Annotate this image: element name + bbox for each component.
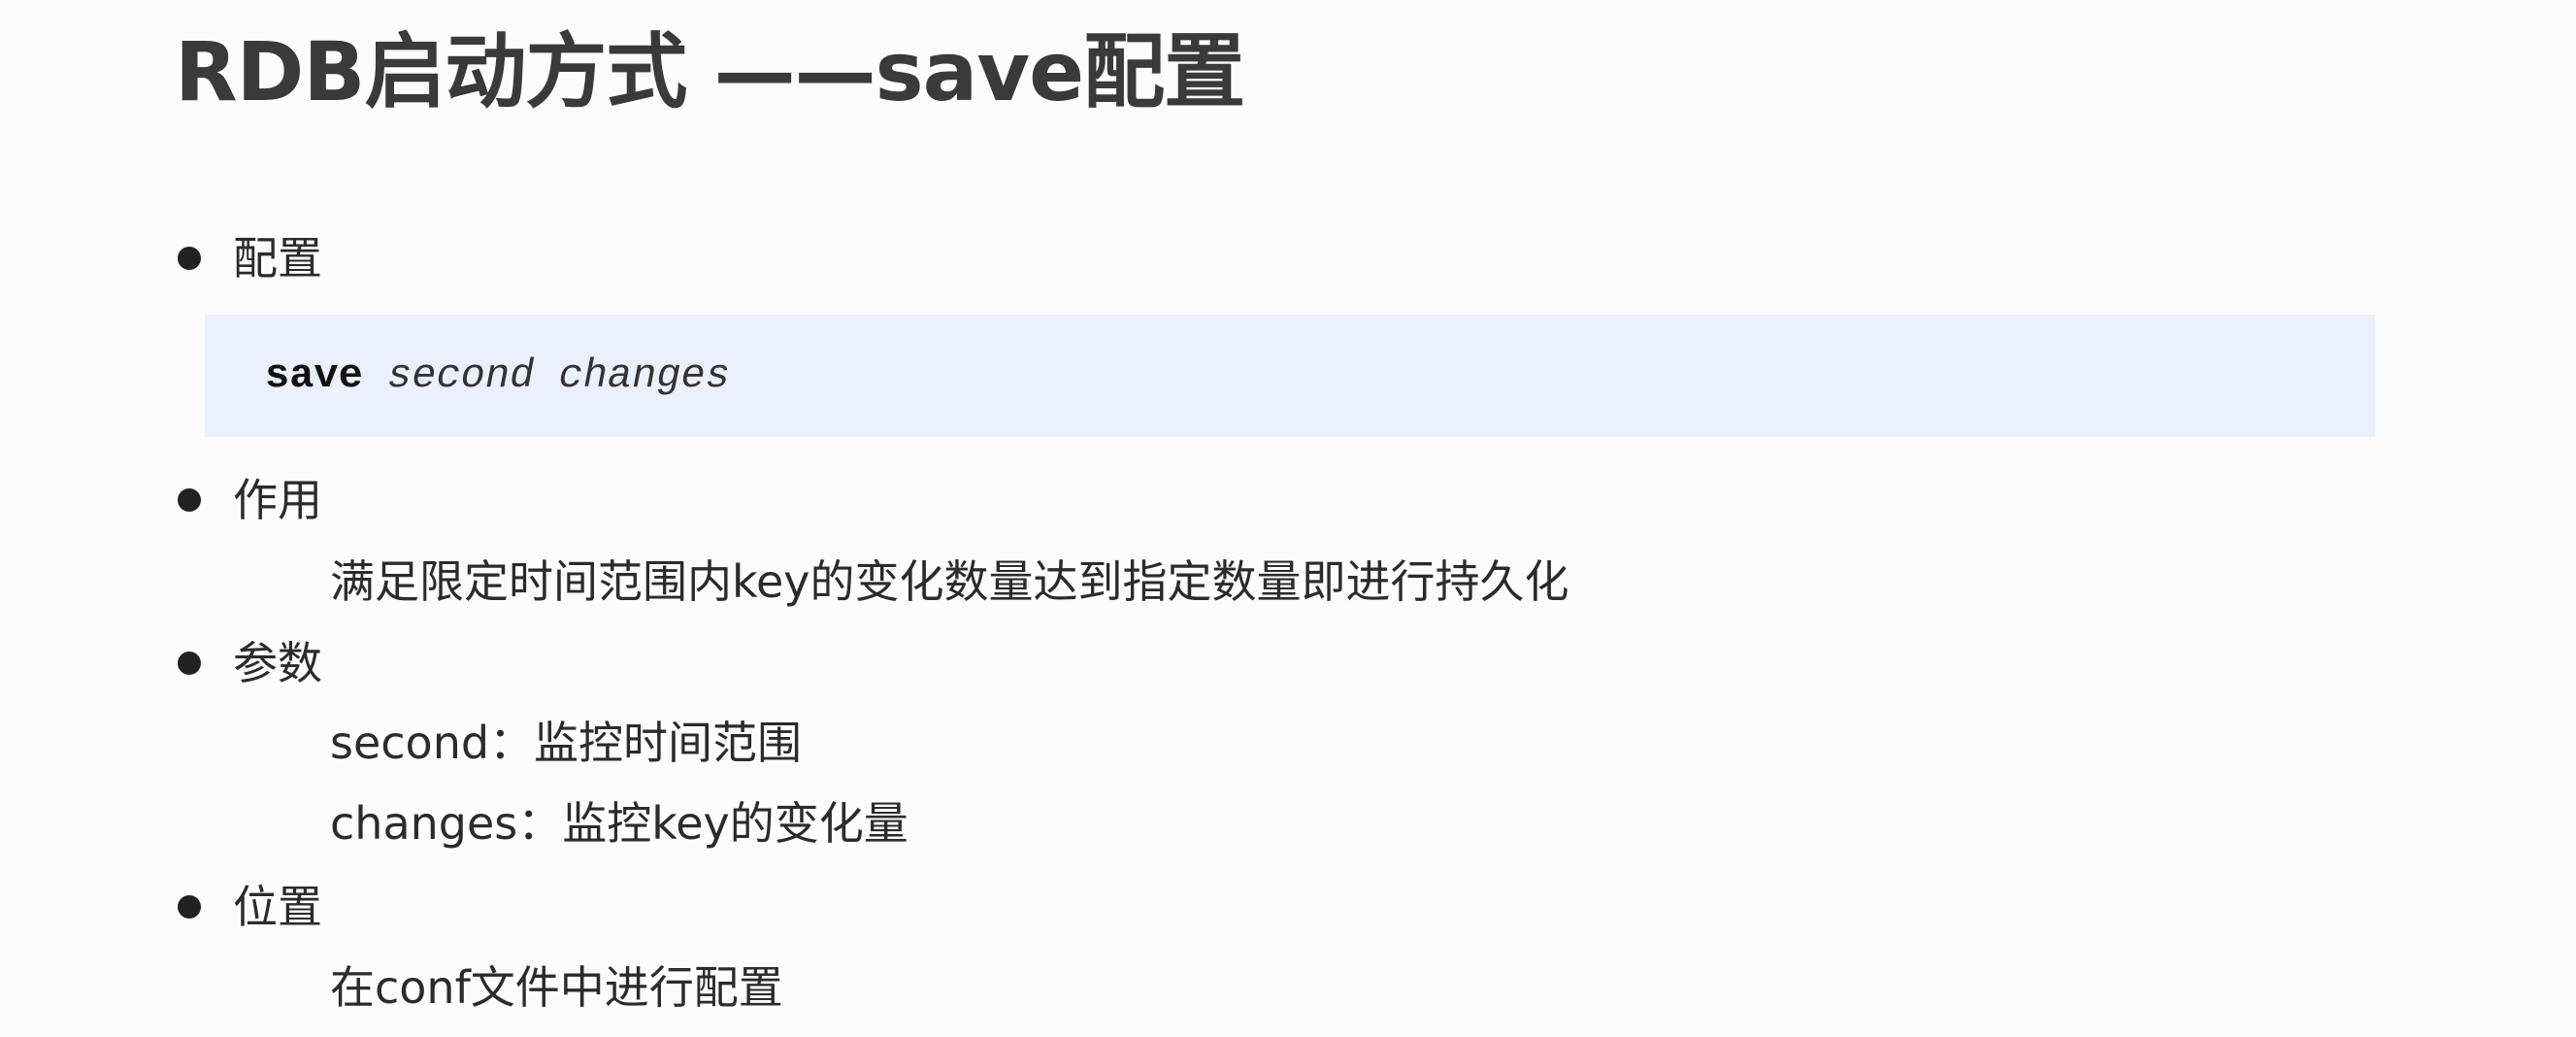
page-title: RDB启动方式 ——save配置 xyxy=(175,24,1245,119)
section-label-location: 位置 xyxy=(233,881,322,933)
section-label-config: 配置 xyxy=(233,232,322,284)
bullet-point xyxy=(178,895,201,919)
bullet-point xyxy=(178,247,201,270)
section-label-purpose: 作用 xyxy=(233,474,322,526)
code-keyword: save xyxy=(265,352,363,399)
section-label-parameters: 参数 xyxy=(233,637,322,689)
location-text: 在conf文件中进行配置 xyxy=(330,961,783,1014)
purpose-text: 满足限定时间范围内key的变化数量达到指定数量即进行持久化 xyxy=(330,555,1569,608)
code-param-second: second xyxy=(387,352,535,399)
bullet-point xyxy=(178,488,201,512)
bullet-point xyxy=(178,652,201,675)
code-param-changes: changes xyxy=(558,352,730,399)
param-second-text: second：监控时间范围 xyxy=(330,717,803,769)
code-block: save second changes xyxy=(205,315,2375,437)
param-changes-text: changes：监控key的变化量 xyxy=(330,797,908,850)
